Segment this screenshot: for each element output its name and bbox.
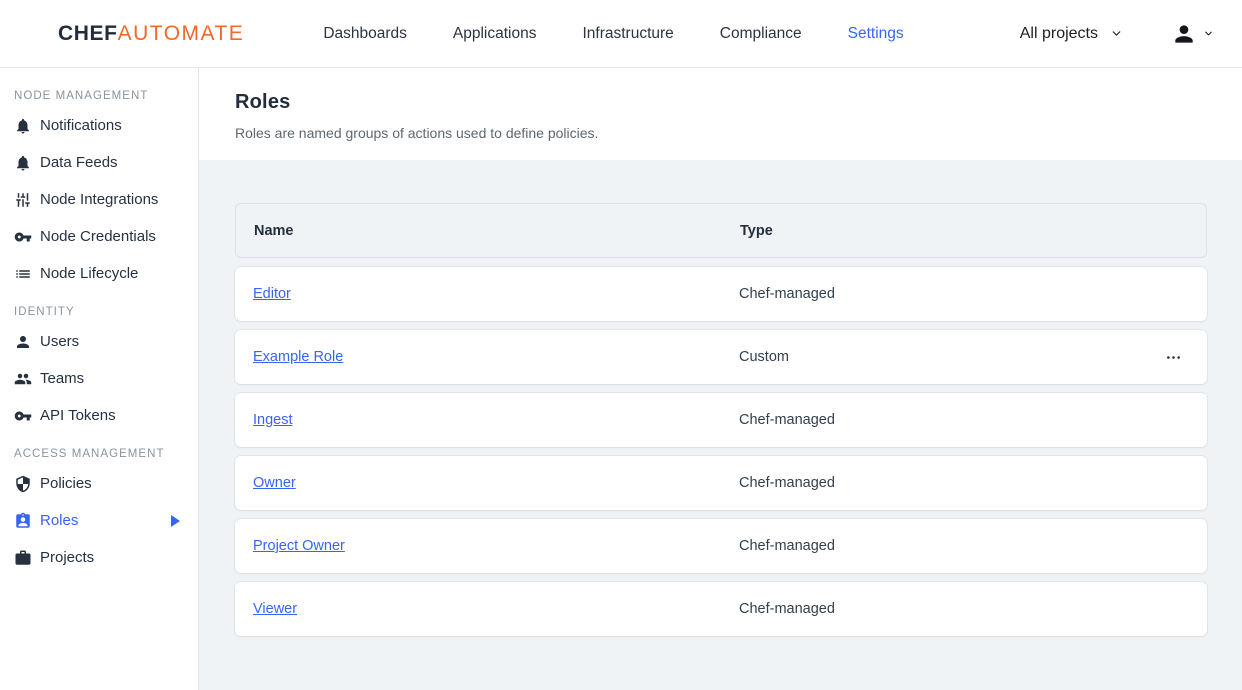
sidebar-section-node-management: NODE MANAGEMENT Notifications Data Feeds… bbox=[0, 78, 198, 292]
sidebar-item-label: Data Feeds bbox=[40, 154, 118, 171]
sidebar-item-teams[interactable]: Teams bbox=[0, 360, 198, 397]
sidebar-item-label: Node Integrations bbox=[40, 191, 158, 208]
active-item-arrow-icon bbox=[171, 515, 188, 527]
role-link-viewer[interactable]: Viewer bbox=[253, 601, 297, 617]
projects-dropdown-label: All projects bbox=[1020, 25, 1098, 43]
sidebar-item-node-credentials[interactable]: Node Credentials bbox=[0, 218, 198, 255]
role-link-ingest[interactable]: Ingest bbox=[253, 412, 293, 428]
roles-panel: Name Type Editor Chef-managed Example Ro… bbox=[199, 160, 1242, 690]
sidebar-item-label: Policies bbox=[40, 475, 92, 492]
sidebar-item-users[interactable]: Users bbox=[0, 323, 198, 360]
sidebar-item-label: Projects bbox=[40, 549, 94, 566]
key-icon bbox=[14, 407, 32, 425]
role-link-project-owner[interactable]: Project Owner bbox=[253, 538, 345, 554]
key-icon bbox=[14, 228, 32, 246]
column-header-type: Type bbox=[740, 223, 1206, 239]
role-type: Chef-managed bbox=[739, 475, 1207, 491]
main-content: Roles Roles are named groups of actions … bbox=[199, 68, 1242, 690]
chevron-down-icon bbox=[1203, 28, 1214, 39]
role-type: Chef-managed bbox=[739, 601, 1207, 617]
section-title: ACCESS MANAGEMENT bbox=[0, 434, 198, 465]
person-icon bbox=[1171, 21, 1197, 47]
nav-settings[interactable]: Settings bbox=[848, 25, 904, 43]
section-title: NODE MANAGEMENT bbox=[0, 78, 198, 107]
table-row: Editor Chef-managed bbox=[235, 267, 1207, 321]
bell-icon bbox=[14, 154, 32, 172]
section-title: IDENTITY bbox=[0, 292, 198, 323]
sidebar-section-access-management: ACCESS MANAGEMENT Policies Roles Project… bbox=[0, 434, 198, 576]
sidebar-item-data-feeds[interactable]: Data Feeds bbox=[0, 144, 198, 181]
table-row: Owner Chef-managed bbox=[235, 456, 1207, 510]
sidebar-item-label: Notifications bbox=[40, 117, 122, 134]
sliders-icon bbox=[14, 191, 32, 209]
ellipsis-icon bbox=[1164, 348, 1183, 367]
sidebar-item-label: Node Lifecycle bbox=[40, 265, 138, 282]
main-nav: Dashboards Applications Infrastructure C… bbox=[323, 25, 949, 43]
person-icon bbox=[14, 333, 32, 351]
sidebar-item-projects[interactable]: Projects bbox=[0, 539, 198, 576]
nav-dashboards[interactable]: Dashboards bbox=[323, 25, 407, 43]
more-options-button[interactable] bbox=[1158, 342, 1189, 373]
people-icon bbox=[14, 370, 32, 388]
briefcase-icon bbox=[14, 549, 32, 567]
sidebar-item-api-tokens[interactable]: API Tokens bbox=[0, 397, 198, 434]
bell-icon bbox=[14, 117, 32, 135]
chevron-down-icon bbox=[1110, 27, 1123, 40]
page-description: Roles are named groups of actions used t… bbox=[235, 125, 1207, 141]
nav-compliance[interactable]: Compliance bbox=[720, 25, 802, 43]
page-title: Roles bbox=[235, 91, 1207, 114]
projects-dropdown[interactable]: All projects bbox=[1020, 25, 1123, 43]
nav-infrastructure[interactable]: Infrastructure bbox=[582, 25, 673, 43]
badge-icon bbox=[14, 512, 32, 530]
table-header-row: Name Type bbox=[235, 203, 1207, 258]
sidebar-item-label: Roles bbox=[40, 512, 78, 529]
table-row: Ingest Chef-managed bbox=[235, 393, 1207, 447]
sidebar-item-notifications[interactable]: Notifications bbox=[0, 107, 198, 144]
table-row: Project Owner Chef-managed bbox=[235, 519, 1207, 573]
sidebar-section-identity: IDENTITY Users Teams API Tokens bbox=[0, 292, 198, 434]
user-menu[interactable] bbox=[1171, 21, 1218, 47]
sidebar-item-label: API Tokens bbox=[40, 407, 116, 424]
role-type: Custom bbox=[739, 349, 1158, 365]
sidebar-item-label: Node Credentials bbox=[40, 228, 156, 245]
role-link-example-role[interactable]: Example Role bbox=[253, 349, 343, 365]
settings-sidebar: NODE MANAGEMENT Notifications Data Feeds… bbox=[0, 68, 199, 690]
shield-icon bbox=[14, 475, 32, 493]
role-link-editor[interactable]: Editor bbox=[253, 286, 291, 302]
logo-chef-text: CHEF bbox=[58, 22, 118, 46]
sidebar-item-label: Teams bbox=[40, 370, 84, 387]
role-type: Chef-managed bbox=[739, 286, 1207, 302]
role-type: Chef-managed bbox=[739, 538, 1207, 554]
table-row: Viewer Chef-managed bbox=[235, 582, 1207, 636]
sidebar-item-policies[interactable]: Policies bbox=[0, 465, 198, 502]
sidebar-item-label: Users bbox=[40, 333, 79, 350]
top-header: CHEFAUTOMATE Dashboards Applications Inf… bbox=[0, 0, 1242, 68]
sidebar-item-node-lifecycle[interactable]: Node Lifecycle bbox=[0, 255, 198, 292]
table-row: Example Role Custom bbox=[235, 330, 1207, 384]
role-type: Chef-managed bbox=[739, 412, 1207, 428]
header-right: All projects bbox=[1020, 21, 1218, 47]
chef-automate-logo[interactable]: CHEFAUTOMATE bbox=[58, 22, 244, 46]
column-header-name: Name bbox=[236, 223, 740, 239]
role-link-owner[interactable]: Owner bbox=[253, 475, 296, 491]
nav-applications[interactable]: Applications bbox=[453, 25, 537, 43]
page-header: Roles Roles are named groups of actions … bbox=[199, 68, 1242, 160]
list-icon bbox=[14, 265, 32, 283]
sidebar-item-roles[interactable]: Roles bbox=[0, 502, 198, 539]
sidebar-item-node-integrations[interactable]: Node Integrations bbox=[0, 181, 198, 218]
logo-automate-text: AUTOMATE bbox=[118, 22, 245, 46]
